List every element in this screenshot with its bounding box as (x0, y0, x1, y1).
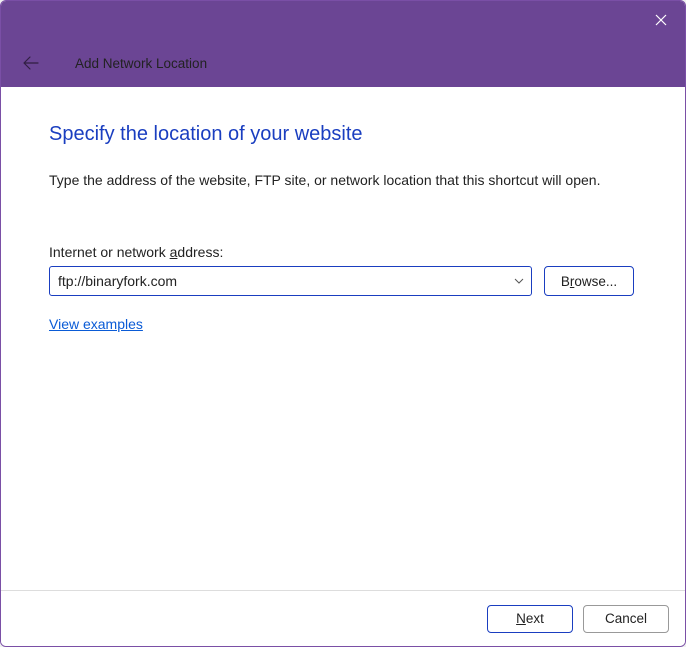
browse-button[interactable]: Browse... (544, 266, 634, 296)
header: Add Network Location (1, 39, 685, 87)
cancel-button[interactable]: Cancel (583, 605, 669, 633)
arrow-left-icon (23, 55, 39, 71)
content-area: Specify the location of your website Typ… (1, 87, 685, 334)
input-row: Browse... (49, 266, 637, 296)
wizard-window: Add Network Location Specify the locatio… (0, 0, 686, 647)
address-combobox[interactable] (49, 266, 532, 296)
titlebar (1, 1, 685, 39)
address-input[interactable] (49, 266, 532, 296)
wizard-title: Add Network Location (75, 56, 207, 71)
address-label: Internet or network address: (49, 244, 637, 260)
next-button[interactable]: Next (487, 605, 573, 633)
back-button[interactable] (15, 47, 47, 79)
page-description: Type the address of the website, FTP sit… (49, 172, 637, 188)
page-title: Specify the location of your website (49, 123, 637, 146)
close-icon (655, 14, 667, 26)
footer: Next Cancel (1, 590, 685, 646)
close-button[interactable] (637, 1, 685, 39)
view-examples-link[interactable]: View examples (49, 316, 143, 332)
